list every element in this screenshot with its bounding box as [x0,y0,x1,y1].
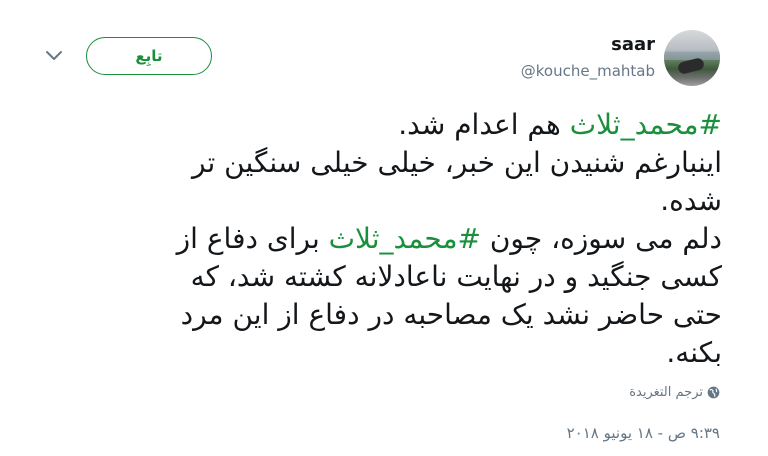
tweet-line-1: #محمد_ثلاث هم اعدام شد. [398,108,722,141]
translate-tweet-link[interactable]: ترجم التغريدة [629,385,720,400]
tweet-line-5: کسی جنگید و در نهایت ناعادلانه کشته شد، … [190,260,722,293]
hashtag-link[interactable]: #محمد_ثلاث [329,222,481,255]
hashtag-link[interactable]: #محمد_ثلاث [570,108,722,141]
follow-button[interactable]: تابِع [86,37,212,75]
tweet-timestamp[interactable]: ۹:۳۹ ص - ۱۸ یونیو ۲۰۱۸ [567,424,720,442]
tweet-line-3: شده. [660,184,722,217]
tweet-line-4: دلم می سوزه، چون #محمد_ثلاث برای دفاع از [176,222,722,255]
globe-icon [707,386,720,399]
translate-label[interactable]: ترجم التغريدة [629,385,703,400]
tweet-line-7: بکنه. [666,336,722,369]
avatar[interactable] [664,30,720,86]
tweet-line-2: اینبارغم شنیدن این خبر، خیلی خیلی سنگین … [192,146,722,179]
chevron-down-icon[interactable] [44,48,64,64]
tweet-line-6: حتی حاضر نشد یک مصاحبه در دفاع از این مر… [180,298,722,331]
tweet-text: #محمد_ثلاث هم اعدام شد. اینبارغم شنیدن ا… [60,106,722,372]
user-display-name[interactable]: saar [611,34,655,55]
user-handle[interactable]: @kouche_mahtab [521,62,655,80]
